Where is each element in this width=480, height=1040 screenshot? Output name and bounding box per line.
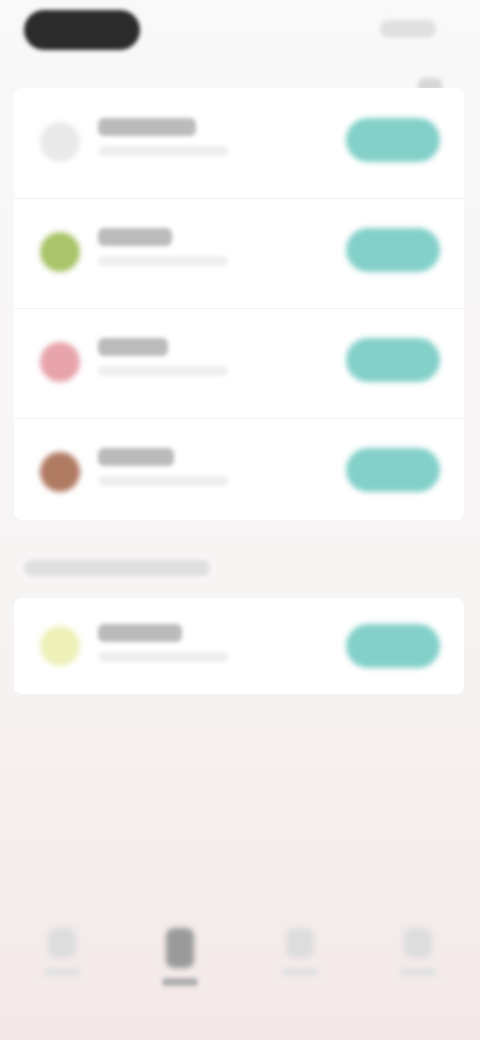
item-action-button[interactable] bbox=[346, 118, 440, 162]
nav-item-list[interactable] bbox=[150, 928, 210, 998]
nav-item-chat[interactable] bbox=[270, 928, 330, 998]
nav-label bbox=[44, 968, 80, 976]
section-header bbox=[24, 560, 210, 576]
home-icon bbox=[48, 928, 76, 958]
main-list-card bbox=[14, 88, 464, 520]
item-avatar-icon bbox=[40, 626, 80, 666]
item-action-button[interactable] bbox=[346, 228, 440, 272]
item-action-button[interactable] bbox=[346, 338, 440, 382]
item-subtitle bbox=[98, 476, 228, 486]
header-action-button[interactable] bbox=[380, 20, 436, 38]
nav-label bbox=[400, 968, 436, 976]
list-icon bbox=[166, 928, 194, 968]
item-subtitle bbox=[98, 146, 228, 156]
nav-item-home[interactable] bbox=[32, 928, 92, 998]
item-title bbox=[98, 228, 172, 246]
list-item[interactable] bbox=[14, 308, 464, 419]
chat-icon bbox=[286, 928, 314, 958]
profile-icon bbox=[404, 928, 432, 958]
item-avatar-icon bbox=[40, 232, 80, 272]
item-title bbox=[98, 448, 174, 466]
nav-item-profile[interactable] bbox=[388, 928, 448, 998]
nav-label bbox=[162, 978, 198, 986]
header-title-pill[interactable] bbox=[24, 10, 140, 50]
item-title bbox=[98, 338, 168, 356]
item-avatar-icon bbox=[40, 452, 80, 492]
bottom-navigation bbox=[0, 920, 480, 1020]
item-avatar-icon bbox=[40, 122, 80, 162]
list-item[interactable] bbox=[14, 88, 464, 199]
nav-label bbox=[282, 968, 318, 976]
item-title bbox=[98, 624, 182, 642]
list-item[interactable] bbox=[14, 598, 464, 694]
item-action-button[interactable] bbox=[346, 448, 440, 492]
item-subtitle bbox=[98, 256, 228, 266]
item-subtitle bbox=[98, 366, 228, 376]
item-subtitle bbox=[98, 652, 228, 662]
item-avatar-icon bbox=[40, 342, 80, 382]
list-item[interactable] bbox=[14, 198, 464, 309]
secondary-list-card bbox=[14, 598, 464, 694]
list-item[interactable] bbox=[14, 418, 464, 528]
item-action-button[interactable] bbox=[346, 624, 440, 668]
item-title bbox=[98, 118, 196, 136]
